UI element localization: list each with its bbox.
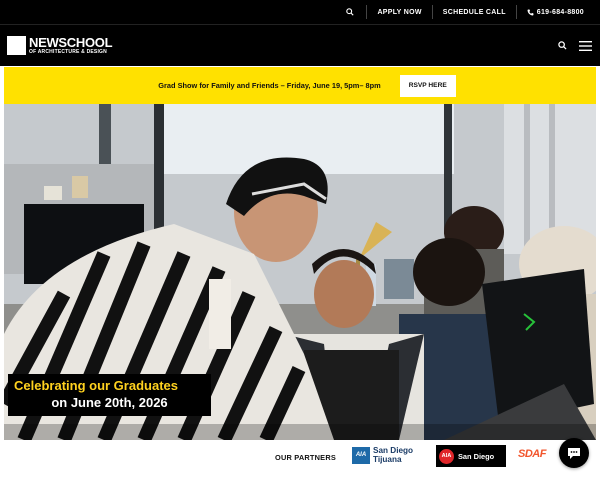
main-header: NEWSCHOOL OF ARCHITECTURE & DESIGN	[0, 24, 600, 66]
partner-name: San Diego Tijuana	[373, 446, 413, 464]
logo-main-text: NEWSCHOOL	[29, 35, 113, 50]
apply-now-link[interactable]: APPLY NOW	[367, 9, 431, 16]
schedule-call-link[interactable]: SCHEDULE CALL	[433, 9, 516, 16]
aia-badge: AIA	[439, 448, 454, 464]
rsvp-button[interactable]: RSVP HERE	[399, 74, 456, 97]
partner-logo-sdaf[interactable]: SDAF	[518, 448, 546, 460]
partner-logo-aia-san-diego-tijuana[interactable]: AIA San Diego Tijuana	[352, 446, 413, 464]
utility-search-button[interactable]	[334, 8, 366, 16]
search-icon	[558, 41, 567, 50]
partners-strip: OUR PARTNERS AIA San Diego Tijuana AIA S…	[0, 440, 600, 480]
phone-link[interactable]: 619-684-8800	[517, 9, 594, 16]
hero-caption-line2: on June 20th, 2026	[51, 395, 168, 410]
site-logo[interactable]: NEWSCHOOL OF ARCHITECTURE & DESIGN	[7, 35, 113, 55]
partner-name: San Diego	[458, 451, 495, 461]
announcement-bar: Grad Show for Family and Friends – Frida…	[4, 67, 596, 104]
logo-mark	[7, 36, 26, 55]
phone-icon	[527, 9, 534, 15]
logo-wordmark: NEWSCHOOL OF ARCHITECTURE & DESIGN	[29, 35, 113, 55]
header-search-button[interactable]	[558, 41, 567, 50]
hero-caption-line1: Celebrating our Graduates	[14, 378, 178, 393]
chat-bubble-icon	[568, 447, 580, 459]
partner-name-line2: Tijuana	[373, 455, 402, 464]
partner-name-line1: San Diego	[373, 446, 414, 455]
hero-image: Celebrating our Graduates on June 20th, …	[4, 104, 596, 440]
logo-sub-text: OF ARCHITECTURE & DESIGN	[29, 49, 107, 55]
search-icon	[346, 8, 355, 16]
hero-caption: Celebrating our Graduates on June 20th, …	[8, 374, 211, 416]
hamburger-menu-button[interactable]	[579, 40, 592, 51]
header-actions	[558, 40, 592, 51]
phone-number: 619-684-8800	[536, 8, 584, 16]
partners-label: OUR PARTNERS	[275, 453, 336, 462]
announcement-text: Grad Show for Family and Friends – Frida…	[158, 81, 381, 90]
partner-logo-aia-san-diego[interactable]: AIA San Diego	[436, 445, 506, 467]
chat-button[interactable]	[559, 438, 589, 468]
hamburger-menu-icon	[579, 40, 592, 51]
utility-bar: APPLY NOW SCHEDULE CALL 619-684-8800	[0, 0, 600, 24]
aia-badge: AIA	[352, 446, 370, 464]
